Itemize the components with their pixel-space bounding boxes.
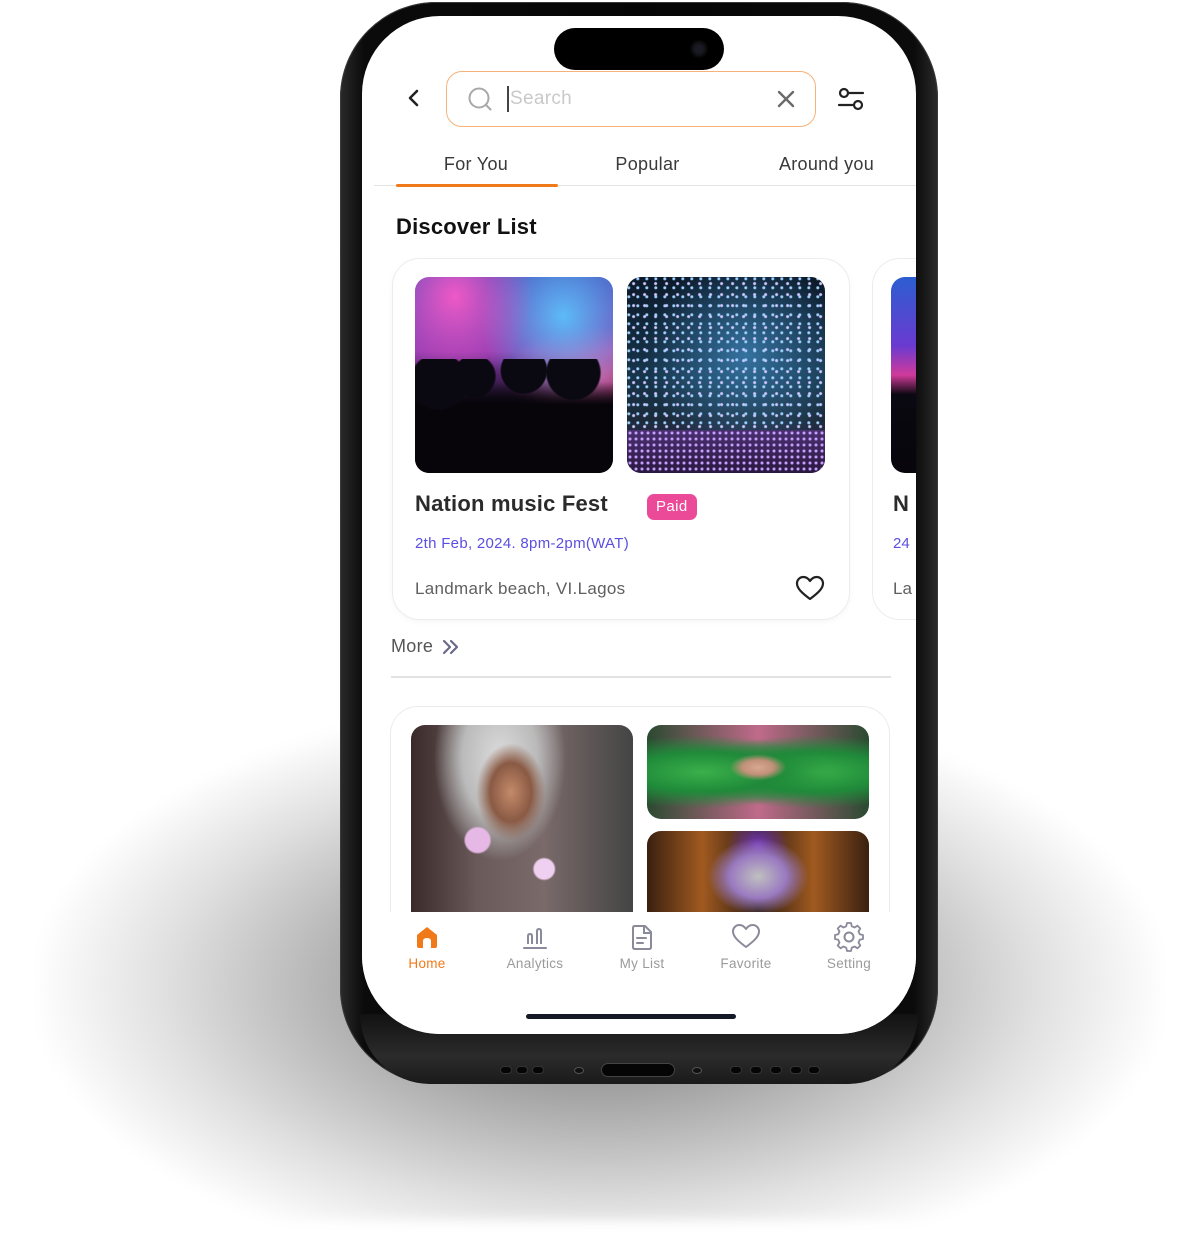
event-image-concert: [415, 277, 613, 473]
event-title: N: [893, 491, 909, 516]
filter-icon[interactable]: [836, 86, 866, 112]
analytics-icon: [523, 927, 547, 949]
text-cursor: [507, 86, 509, 112]
search-input[interactable]: [510, 88, 775, 110]
section-title: Discover List: [396, 214, 537, 239]
divider: [391, 676, 891, 678]
speaker-grille: [750, 1066, 762, 1074]
more-link[interactable]: More: [391, 636, 461, 657]
screw: [692, 1067, 702, 1074]
tab-around-you[interactable]: Around you: [737, 154, 916, 185]
speaker-grille: [730, 1066, 742, 1074]
dynamic-island: [554, 28, 724, 70]
event-datetime: 24: [893, 535, 910, 552]
nav-favorite[interactable]: Favorite: [701, 922, 791, 971]
heart-icon[interactable]: [795, 575, 825, 601]
double-chevron-right-icon: [443, 639, 459, 654]
speaker-grille: [770, 1066, 782, 1074]
category-tabs: For You Popular Around you: [374, 154, 916, 187]
event-image: [891, 277, 916, 473]
home-indicator[interactable]: [526, 1014, 736, 1019]
event-card[interactable]: N 24 La: [872, 258, 916, 620]
document-icon: [632, 925, 652, 950]
event-location: Landmark beach, VI.Lagos: [415, 579, 626, 598]
back-button[interactable]: [402, 86, 426, 110]
event-title: Nation music Fest: [415, 491, 608, 516]
bottom-navigation: Home Analytics My List Favorite Setting: [362, 912, 916, 1034]
carnival-feathers-image: [647, 725, 869, 819]
screw: [574, 1067, 584, 1074]
paid-badge: Paid: [647, 494, 697, 520]
speaker-grille: [790, 1066, 802, 1074]
nav-label: Setting: [826, 956, 872, 971]
nav-analytics[interactable]: Analytics: [490, 922, 580, 971]
crowd-silhouette: [415, 359, 613, 473]
search-bar: [446, 71, 816, 127]
event-datetime: 2th Feb, 2024. 8pm-2pm(WAT): [415, 535, 630, 552]
event-image-confetti: [627, 277, 825, 473]
nav-setting[interactable]: Setting: [804, 922, 894, 971]
front-camera: [690, 40, 708, 58]
nav-home[interactable]: Home: [382, 922, 472, 971]
chevron-left-icon: [408, 89, 419, 107]
search-icon: [468, 87, 492, 111]
home-icon: [417, 927, 437, 948]
nav-label: My List: [619, 956, 665, 971]
tab-popular[interactable]: Popular: [558, 154, 737, 185]
more-label: More: [391, 636, 434, 656]
crowd-silhouette: [627, 429, 825, 473]
gear-icon: [834, 922, 864, 952]
heart-icon: [732, 924, 760, 948]
speaker-grille: [808, 1066, 820, 1074]
nav-label: Favorite: [720, 956, 772, 971]
close-icon[interactable]: [775, 88, 797, 110]
event-location: La: [893, 579, 912, 598]
usb-port: [601, 1063, 675, 1077]
phone-screen: For You Popular Around you Discover List…: [362, 16, 916, 1034]
event-card[interactable]: Nation music Fest Paid 2th Feb, 2024. 8p…: [392, 258, 850, 620]
nav-label: Home: [408, 956, 446, 971]
speaker-grille: [516, 1066, 528, 1074]
nav-label: Analytics: [506, 956, 564, 971]
nav-my-list[interactable]: My List: [597, 922, 687, 971]
tab-for-you[interactable]: For You: [374, 154, 558, 187]
speaker-grille: [532, 1066, 544, 1074]
speaker-grille: [500, 1066, 512, 1074]
